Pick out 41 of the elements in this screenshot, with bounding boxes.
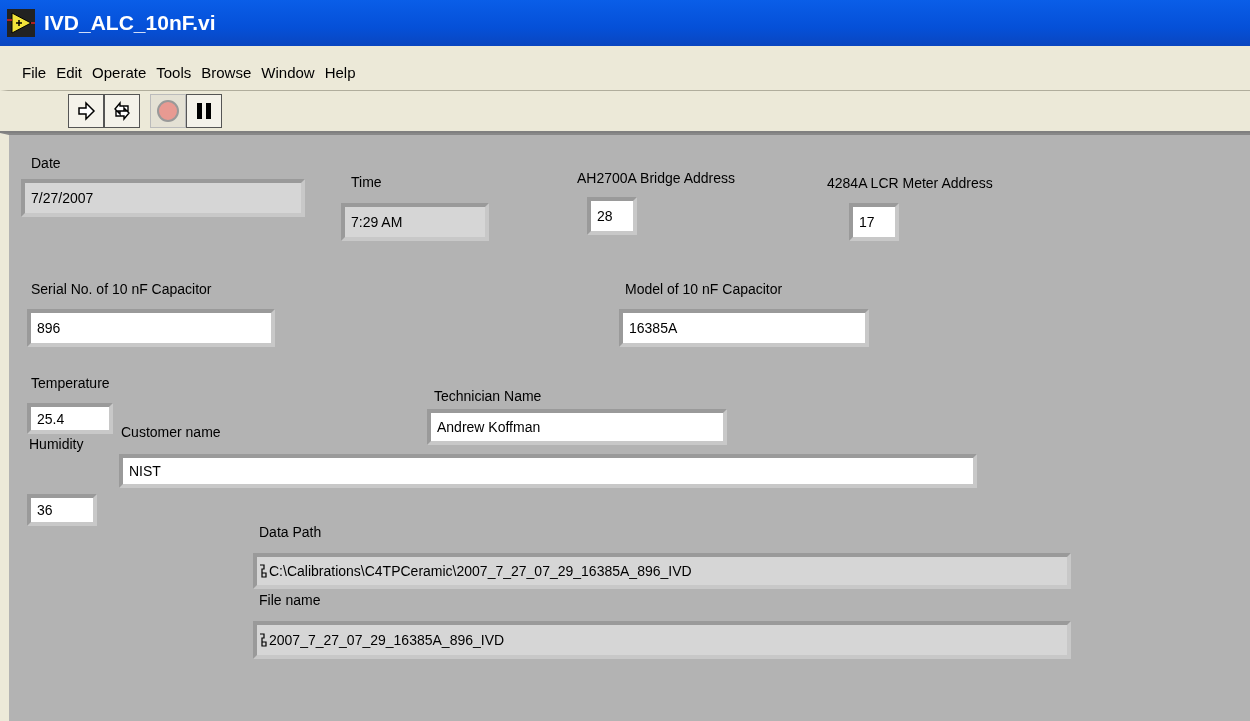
- input-field[interactable]: 25.4: [27, 403, 113, 434]
- input-field[interactable]: 36: [27, 494, 97, 526]
- control-label: Humidity: [29, 436, 84, 452]
- menu-item[interactable]: Tools: [152, 63, 196, 81]
- control-label: Technician Name: [434, 388, 542, 404]
- stop-icon: [156, 99, 180, 123]
- run-continuously-button[interactable]: [104, 94, 140, 128]
- control-label: 4284A LCR Meter Address: [827, 175, 993, 191]
- menu-item[interactable]: File: [18, 63, 51, 81]
- control-label: Model of 10 nF Capacitor: [625, 281, 783, 297]
- arrow-icon: [76, 101, 96, 121]
- input-field[interactable]: 896: [27, 309, 275, 347]
- vi-icon: [6, 8, 36, 38]
- menu-item[interactable]: Help: [320, 63, 360, 81]
- control-label: File name: [259, 592, 321, 608]
- input-field[interactable]: 17: [849, 203, 899, 241]
- pause-icon: [195, 101, 213, 121]
- input-field[interactable]: 16385A: [619, 309, 869, 347]
- path-icon: [259, 564, 267, 578]
- path-icon: [259, 633, 267, 647]
- indicator-field: 7:29 AM: [341, 203, 489, 241]
- menu-item[interactable]: Operate: [88, 63, 151, 81]
- menu-item[interactable]: Browse: [197, 63, 256, 81]
- input-field[interactable]: NIST: [119, 454, 977, 488]
- menu-item[interactable]: Edit: [52, 63, 87, 81]
- indicator-field: 2007_7_27_07_29_16385A_896_IVD: [253, 621, 1071, 659]
- input-field[interactable]: Andrew Koffman: [427, 409, 727, 445]
- control-label: Time: [351, 174, 382, 190]
- control-label: Temperature: [31, 375, 110, 391]
- control-label: AH2700A Bridge Address: [577, 170, 735, 186]
- input-field[interactable]: 28: [587, 197, 637, 235]
- control-label: Data Path: [259, 524, 322, 540]
- control-label: Customer name: [121, 424, 221, 440]
- window-title: IVD_ALC_10nF.vi: [44, 11, 216, 35]
- control-label: Serial No. of 10 nF Capacitor: [31, 281, 212, 297]
- run-arrow-button[interactable]: [68, 94, 104, 128]
- control-label: Date: [31, 155, 61, 171]
- indicator-field: 7/27/2007: [21, 179, 305, 217]
- indicator-field: C:\Calibrations\C4TPCeramic\2007_7_27_07_29_16385A_896_IVD: [253, 553, 1071, 589]
- menu-item[interactable]: Window: [257, 63, 319, 81]
- pause-button[interactable]: [186, 94, 222, 128]
